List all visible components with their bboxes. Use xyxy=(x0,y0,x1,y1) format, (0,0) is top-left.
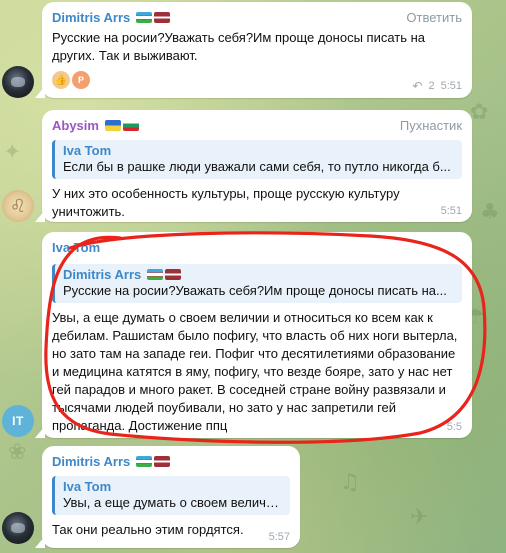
author-name-text[interactable]: Abysim xyxy=(52,118,99,133)
message-bubble[interactable]: Abysim Пухнастик Iva Tom Если бы в рашке… xyxy=(35,110,472,222)
message-text: Русские на росии?Уважать себя?Им проще д… xyxy=(52,30,426,63)
uzbekistan-flag-icon xyxy=(136,11,153,23)
latvia-flag-icon xyxy=(165,269,182,280)
message-time: 5:57 xyxy=(268,531,290,543)
latvia-flag-icon xyxy=(154,455,171,467)
reply-quote[interactable]: Dimitris Arrs Русские на росии?Уважать с… xyxy=(52,264,462,303)
reactions[interactable]: 👍 P xyxy=(52,71,462,89)
avatar[interactable] xyxy=(2,512,34,544)
bulgaria-flag-icon xyxy=(122,119,139,131)
thumbs-up-icon[interactable]: 👍 xyxy=(52,71,70,89)
message-bubble[interactable]: Iva Tom Dimitris Arrs Русские на росии?У… xyxy=(35,232,472,438)
uzbekistan-flag-icon xyxy=(147,269,164,280)
author-name[interactable]: Iva Tom xyxy=(52,240,100,255)
avatar-initials: IT xyxy=(12,414,24,428)
reply-text: Увы, а еще думать о своем величии... xyxy=(63,495,282,510)
message-bubble[interactable]: Dimitris Arrs Iva Tom Увы, а еще думать … xyxy=(35,446,300,548)
avatar[interactable]: IT xyxy=(2,405,34,437)
author-name[interactable]: Dimitris Arrs xyxy=(52,10,171,25)
author-name[interactable]: Abysim xyxy=(52,118,139,133)
reply-author: Iva Tom xyxy=(63,143,112,158)
reply-text: Русские на росии?Уважать себя?Им проще д… xyxy=(63,283,447,298)
author-tag: Пухнастик xyxy=(399,117,462,133)
reply-author-text: Dimitris Arrs xyxy=(63,267,142,282)
author-name-text[interactable]: Dimitris Arrs xyxy=(52,454,130,469)
reply-action-button[interactable]: Ответить xyxy=(406,10,462,25)
reaction-avatar[interactable]: P xyxy=(72,71,90,89)
wallpaper-doodle: ❀ xyxy=(8,440,27,465)
lion-icon: ♌ xyxy=(9,195,27,216)
reply-author: Iva Tom xyxy=(63,479,112,494)
reply-arrow-icon[interactable]: ↶ xyxy=(412,79,422,93)
message-bubble[interactable]: Dimitris Arrs Ответить Русские на росии?… xyxy=(35,2,472,98)
wallpaper-doodle: ♣ xyxy=(480,200,500,225)
message-text: У них это особенность культуры, проще ру… xyxy=(52,186,400,219)
avatar[interactable]: ♌ xyxy=(2,190,34,222)
reply-count[interactable]: 2 xyxy=(428,80,434,92)
message-time: 5:5 xyxy=(446,421,462,433)
message-text: Увы, а еще думать о своем величии и отно… xyxy=(52,310,458,433)
message-time: 5:51 xyxy=(440,80,462,92)
avatar[interactable] xyxy=(2,66,34,98)
uzbekistan-flag-icon xyxy=(136,455,153,467)
reply-author: Dimitris Arrs xyxy=(63,267,454,282)
wallpaper-doodle: ✿ xyxy=(470,100,489,125)
wallpaper-doodle: ♫ xyxy=(340,470,360,495)
wallpaper-doodle: ✦ xyxy=(3,140,22,165)
flag-icons xyxy=(104,119,139,131)
message-meta: ↶ 2 5:51 xyxy=(412,79,462,93)
reply-text: Если бы в рашке люди уважали сами себя, … xyxy=(63,159,451,174)
flag-icons xyxy=(136,455,171,467)
author-name-text[interactable]: Dimitris Arrs xyxy=(52,10,130,25)
author-name[interactable]: Dimitris Arrs xyxy=(52,454,171,469)
flag-icons xyxy=(147,269,182,280)
reply-quote[interactable]: Iva Tom Если бы в рашке люди уважали сам… xyxy=(52,140,462,179)
ukraine-flag-icon xyxy=(104,119,121,131)
latvia-flag-icon xyxy=(154,11,171,23)
message-time: 5:51 xyxy=(440,205,462,217)
wallpaper-doodle: ✈ xyxy=(410,505,429,530)
reply-quote[interactable]: Iva Tom Увы, а еще думать о своем величи… xyxy=(52,476,290,515)
flag-icons xyxy=(136,11,171,23)
message-text: Так они реально этим гордятся. xyxy=(52,522,244,537)
